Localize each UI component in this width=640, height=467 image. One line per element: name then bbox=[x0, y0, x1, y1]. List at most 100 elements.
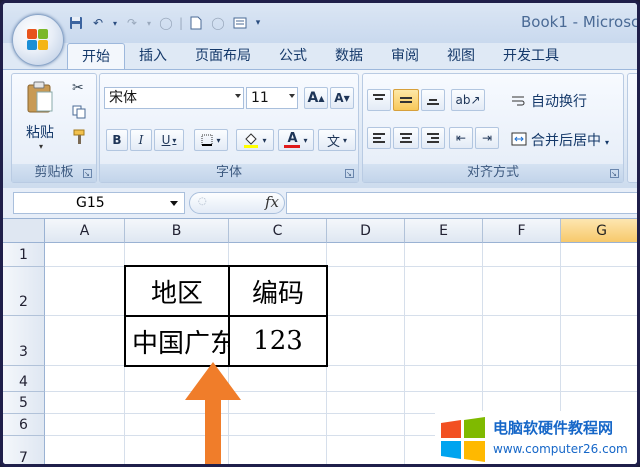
alignment-launcher-icon[interactable]: ↘ bbox=[610, 169, 619, 178]
name-box[interactable]: G15 bbox=[13, 192, 185, 214]
font-name-combo[interactable]: 宋体 bbox=[104, 87, 244, 109]
increase-indent-icon: ⇥ bbox=[481, 131, 493, 145]
font-color-button[interactable]: A ▾ bbox=[278, 129, 314, 151]
chevron-down-icon bbox=[235, 94, 241, 98]
copy-icon[interactable] bbox=[72, 104, 86, 123]
decrease-indent-button[interactable]: ⇤ bbox=[449, 127, 473, 149]
shrink-font-button[interactable]: A ▼ bbox=[330, 87, 354, 109]
divider-icon: | bbox=[178, 16, 184, 30]
underline-label: U bbox=[161, 133, 171, 147]
align-center-icon bbox=[400, 133, 412, 143]
row-header-5[interactable]: 5 bbox=[3, 392, 45, 414]
alignment-group: ab↗ 自动换行 ⇤ ⇥ 合并后居中 ▾ 对齐方式 ↘ bbox=[362, 73, 624, 183]
tab-formulas[interactable]: 公式 bbox=[265, 43, 321, 69]
merge-center-icon[interactable] bbox=[511, 131, 527, 150]
column-header-c[interactable]: C bbox=[229, 219, 327, 243]
save-icon[interactable] bbox=[67, 14, 85, 32]
chevron-down-icon bbox=[170, 201, 178, 206]
cell-c2[interactable]: 编码 bbox=[228, 265, 328, 317]
fill-bucket-icon bbox=[244, 133, 259, 148]
align-top-button[interactable] bbox=[367, 89, 391, 111]
customize-qat-icon[interactable]: ▾ bbox=[253, 14, 263, 32]
clipboard-launcher-icon[interactable]: ↘ bbox=[83, 169, 92, 178]
office-logo-icon bbox=[27, 29, 49, 51]
cut-icon[interactable]: ✂ bbox=[72, 80, 84, 96]
paste-dropdown-icon[interactable]: ▾ bbox=[39, 142, 43, 151]
refresh-icon[interactable]: ◯ bbox=[157, 14, 175, 32]
border-icon bbox=[201, 134, 213, 146]
column-header-g[interactable]: G bbox=[561, 219, 637, 243]
column-header-f[interactable]: F bbox=[483, 219, 561, 243]
excel-window: ↶ ▾ ↷ ▾ ◯ | ◯ ▾ Book1 - Microsc 开始 插入 页面… bbox=[0, 0, 640, 467]
redo-dropdown-icon[interactable]: ▾ bbox=[145, 14, 153, 32]
form-icon[interactable] bbox=[231, 14, 249, 32]
tab-home[interactable]: 开始 bbox=[67, 43, 125, 71]
row-header-2[interactable]: 2 bbox=[3, 267, 45, 316]
gridline bbox=[45, 391, 637, 392]
align-center-button[interactable] bbox=[393, 127, 419, 149]
wrap-text-button[interactable]: 自动换行 bbox=[531, 91, 587, 111]
undo-dropdown-icon[interactable]: ▾ bbox=[111, 14, 119, 32]
border-button[interactable]: ▾ bbox=[194, 129, 228, 151]
font-size-value: 11 bbox=[251, 90, 269, 106]
format-painter-icon[interactable] bbox=[72, 129, 86, 149]
undo-icon[interactable]: ↶ bbox=[89, 14, 107, 32]
grow-font-button[interactable]: A ▲ bbox=[304, 87, 328, 109]
align-middle-button[interactable] bbox=[393, 89, 419, 111]
font-group: 宋体 11 A ▲ A ▼ B I U ▾ ▾ ▾ A ▾ 文 ▾ 字体 ↘ bbox=[99, 73, 359, 183]
underline-button[interactable]: U ▾ bbox=[154, 129, 184, 151]
font-size-combo[interactable]: 11 bbox=[246, 87, 298, 109]
font-launcher-icon[interactable]: ↘ bbox=[345, 169, 354, 178]
align-bottom-icon bbox=[427, 99, 439, 105]
wrap-text-icon[interactable] bbox=[511, 93, 525, 112]
select-all-button[interactable] bbox=[3, 219, 45, 243]
cell-b2[interactable]: 地区 bbox=[124, 265, 230, 317]
column-header-e[interactable]: E bbox=[405, 219, 483, 243]
font-name-value: 宋体 bbox=[109, 90, 137, 106]
paste-button[interactable]: 粘贴 bbox=[26, 122, 54, 142]
align-right-icon bbox=[427, 133, 439, 143]
column-header-b[interactable]: B bbox=[125, 219, 229, 243]
quick-access-toolbar: ↶ ▾ ↷ ▾ ◯ | ◯ ▾ bbox=[67, 12, 263, 34]
tab-data[interactable]: 数据 bbox=[321, 43, 377, 69]
new-document-icon[interactable] bbox=[187, 14, 205, 32]
tab-review[interactable]: 审阅 bbox=[377, 43, 433, 69]
column-header-a[interactable]: A bbox=[45, 219, 125, 243]
alignment-group-label: 对齐方式 bbox=[363, 164, 623, 182]
row-header-1[interactable]: 1 bbox=[3, 243, 45, 267]
circle-icon[interactable]: ◯ bbox=[209, 14, 227, 32]
merge-center-button[interactable]: 合并后居中 ▾ bbox=[531, 130, 609, 150]
decrease-indent-icon: ⇤ bbox=[455, 131, 467, 145]
ribbon-tabs: 开始 插入 页面布局 公式 数据 审阅 视图 开发工具 bbox=[67, 43, 573, 71]
increase-indent-button[interactable]: ⇥ bbox=[475, 127, 499, 149]
tab-developer[interactable]: 开发工具 bbox=[489, 43, 573, 69]
number-group-partial bbox=[627, 73, 637, 183]
window-title: Book1 - Microsc bbox=[521, 13, 640, 31]
name-box-value: G15 bbox=[76, 195, 105, 211]
row-header-7[interactable]: 7 bbox=[3, 436, 45, 464]
align-bottom-button[interactable] bbox=[421, 89, 445, 111]
tab-page-layout[interactable]: 页面布局 bbox=[181, 43, 265, 69]
italic-button[interactable]: I bbox=[130, 129, 152, 151]
column-header-d[interactable]: D bbox=[327, 219, 405, 243]
phonetic-button[interactable]: 文 ▾ bbox=[318, 129, 356, 151]
formula-input[interactable] bbox=[286, 192, 637, 214]
align-left-button[interactable] bbox=[367, 127, 391, 149]
redo-icon[interactable]: ↷ bbox=[123, 14, 141, 32]
row-header-3[interactable]: 3 bbox=[3, 316, 45, 366]
office-button[interactable] bbox=[12, 14, 64, 66]
clipboard-group: 粘贴 ▾ ✂ 剪贴板 ↘ bbox=[11, 73, 97, 183]
orientation-button[interactable]: ab↗ bbox=[451, 89, 485, 111]
formula-bar-handle-icon[interactable]: ◌ bbox=[198, 196, 207, 207]
row-header-6[interactable]: 6 bbox=[3, 414, 45, 436]
insert-function-button[interactable]: fx bbox=[265, 193, 279, 211]
fill-color-button[interactable]: ▾ bbox=[236, 129, 274, 151]
grow-font-label: A bbox=[307, 90, 319, 106]
tab-view[interactable]: 视图 bbox=[433, 43, 489, 69]
row-header-4[interactable]: 4 bbox=[3, 366, 45, 392]
bold-button[interactable]: B bbox=[106, 129, 128, 151]
tab-insert[interactable]: 插入 bbox=[125, 43, 181, 69]
watermark: 电脑软硬件教程网 www.computer26.com bbox=[435, 411, 637, 464]
align-right-button[interactable] bbox=[421, 127, 445, 149]
paste-icon[interactable] bbox=[26, 80, 54, 118]
